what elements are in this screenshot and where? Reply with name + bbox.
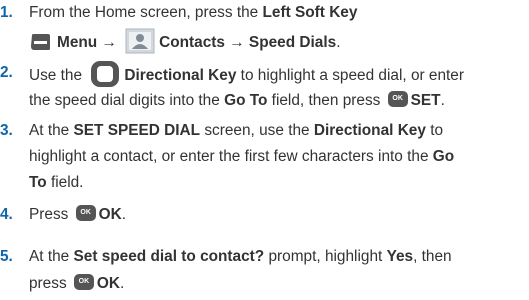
step-2-line-1: Use the Directional Key to highlight a s…: [29, 60, 529, 88]
instructions-page: 1. From the Home screen, press the Left …: [0, 0, 529, 300]
step-4-line-1: Press OK.: [29, 202, 529, 227]
ok-key-icon: [75, 205, 96, 221]
contacts-icon: [125, 28, 155, 54]
step-5-line-2: press OK.: [29, 271, 529, 296]
step-number: 5.: [0, 248, 13, 265]
step-1-line-2: Menu → Contacts → Speed Dials.: [29, 28, 529, 55]
left-soft-key-icon: [29, 32, 51, 52]
ok-key-icon: [387, 91, 408, 107]
step-number: 4.: [0, 206, 13, 223]
directional-key-icon: [90, 60, 120, 88]
step-1-line-1: From the Home screen, press the Left Sof…: [29, 4, 358, 21]
step-3-line-1: At the SET SPEED DIAL screen, use the Di…: [29, 122, 444, 139]
ok-key-icon: [73, 274, 94, 290]
step-number: 1.: [0, 4, 13, 21]
step-5-line-1: At the Set speed dial to contact? prompt…: [29, 248, 452, 265]
step-3-line-3: To field.: [29, 174, 84, 191]
step-number: 2.: [0, 64, 13, 81]
step-3-line-2: highlight a contact, or enter the first …: [29, 148, 455, 165]
step-number: 3.: [0, 122, 13, 139]
step-2-line-2: the speed dial digits into the Go To fie…: [29, 88, 529, 113]
